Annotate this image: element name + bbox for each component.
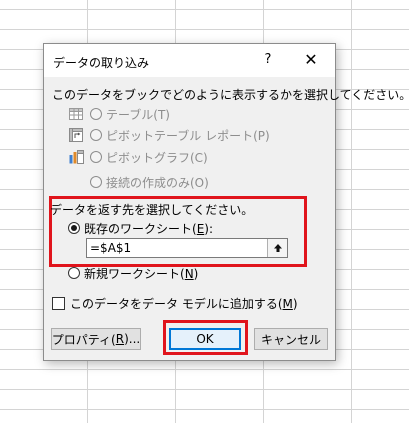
new-worksheet-radio[interactable] bbox=[68, 267, 80, 279]
option-table[interactable]: テーブル(T) bbox=[68, 105, 170, 123]
table-icon bbox=[68, 106, 84, 122]
pivot-chart-radio[interactable] bbox=[90, 151, 102, 163]
import-data-dialog: データの取り込み ? ✕ このデータをブックでどのように表示するかを選択してくだ… bbox=[43, 43, 409, 361]
help-icon: ? bbox=[264, 52, 272, 67]
collapse-dialog-button[interactable] bbox=[267, 239, 287, 257]
close-button[interactable]: ✕ bbox=[296, 48, 326, 72]
dialog-titlebar: データの取り込み ? ✕ bbox=[44, 44, 335, 77]
new-worksheet-label: 新規ワークシート(N) bbox=[84, 266, 199, 281]
option-existing-worksheet[interactable]: 既存のワークシート(E): bbox=[68, 220, 213, 236]
option-new-worksheet[interactable]: 新規ワークシート(N) bbox=[68, 265, 198, 281]
option-pivot-table-label: ピボットテーブル レポート(P) bbox=[106, 128, 270, 143]
add-to-data-model-label: このデータをデータ モデルに追加する(M) bbox=[70, 296, 298, 311]
destination-reference-field bbox=[86, 238, 288, 258]
option-table-label: テーブル(T) bbox=[106, 107, 170, 122]
option-pivot-table[interactable]: ピボットテーブル レポート(P) bbox=[68, 126, 270, 144]
ok-button[interactable]: OK bbox=[169, 328, 241, 350]
destination-label: データを返す先を選択してください。 bbox=[50, 203, 254, 217]
pivot-table-icon bbox=[68, 127, 84, 143]
connection-icon bbox=[68, 174, 84, 190]
cell-reference-input[interactable] bbox=[87, 239, 267, 257]
help-button[interactable]: ? bbox=[256, 48, 280, 72]
properties-button[interactable]: プロパティ(R)... bbox=[51, 328, 141, 350]
existing-worksheet-radio[interactable] bbox=[68, 222, 80, 234]
collapse-up-icon bbox=[273, 244, 282, 252]
close-icon: ✕ bbox=[304, 50, 318, 69]
view-prompt: このデータをブックでどのように表示するかを選択してください。 bbox=[52, 88, 409, 102]
pivot-table-radio[interactable] bbox=[90, 129, 102, 141]
option-connection-only[interactable]: 接続の作成のみ(O) bbox=[68, 173, 209, 191]
add-to-data-model-checkbox[interactable] bbox=[52, 296, 65, 310]
connection-only-radio[interactable] bbox=[90, 176, 102, 188]
add-to-data-model[interactable]: このデータをデータ モデルに追加する(M) bbox=[52, 295, 298, 311]
dialog-title: データの取り込み bbox=[53, 56, 150, 70]
cancel-button[interactable]: キャンセル bbox=[254, 328, 328, 350]
option-connection-only-label: 接続の作成のみ(O) bbox=[106, 175, 209, 190]
option-pivot-chart-label: ピボットグラフ(C) bbox=[106, 150, 208, 165]
option-pivot-chart[interactable]: ピボットグラフ(C) bbox=[68, 148, 208, 166]
table-radio[interactable] bbox=[90, 108, 102, 120]
existing-worksheet-label: 既存のワークシート(E): bbox=[84, 221, 214, 236]
pivot-chart-icon bbox=[68, 149, 84, 165]
